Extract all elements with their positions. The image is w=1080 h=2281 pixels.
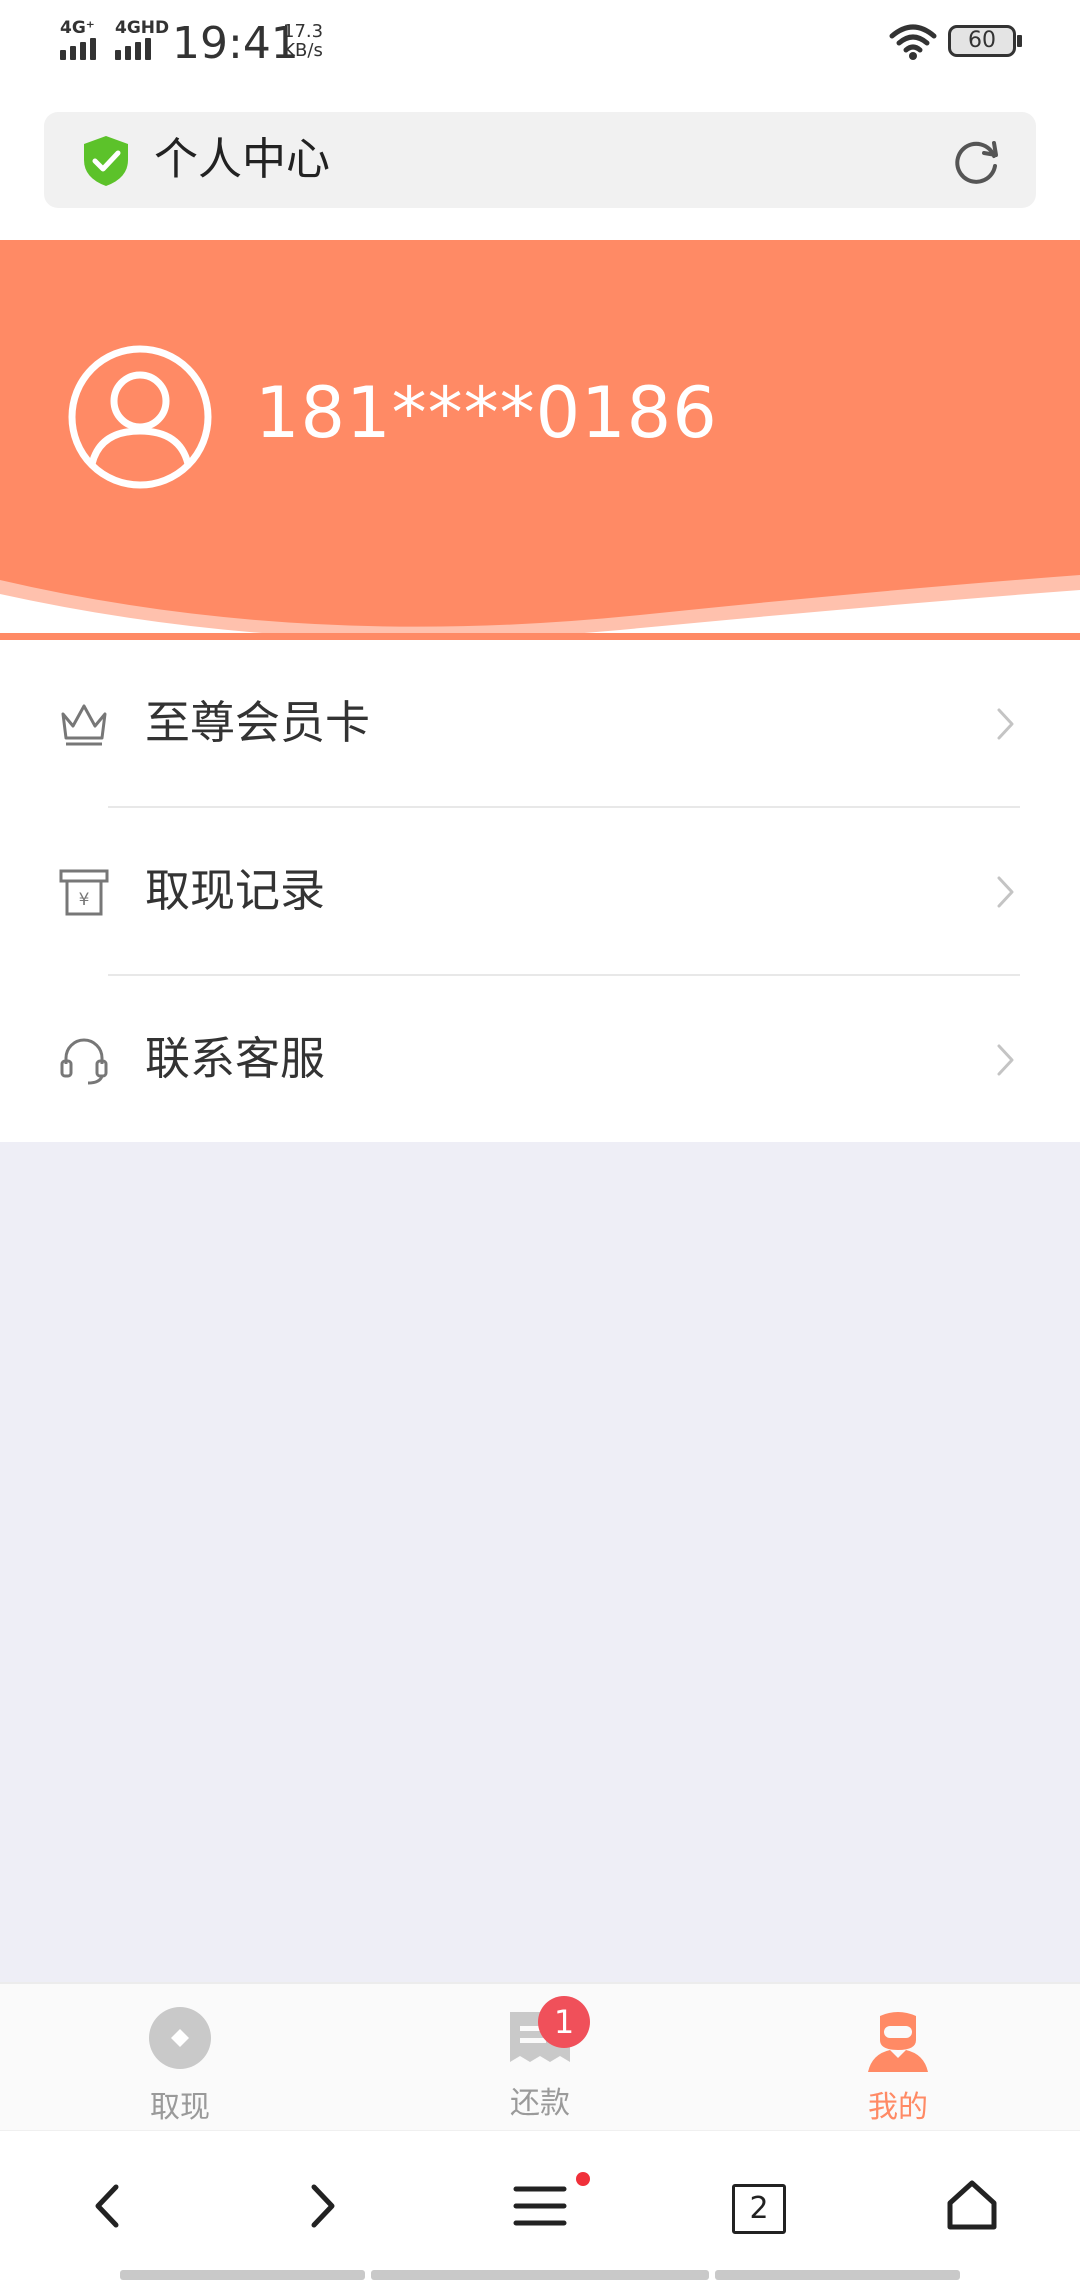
content-empty-area [0,1142,1080,1982]
shield-check-icon [84,136,128,186]
header-wave [0,575,1080,640]
chevron-right-icon [997,876,1014,908]
refresh-icon[interactable] [950,136,1002,188]
crown-icon [61,704,107,746]
signal-bars-icon [60,38,96,60]
cash-record-icon: ¥ [59,869,109,916]
tab-label: 取现 [150,2090,210,2125]
avatar[interactable] [66,343,214,491]
network-label-2: 4GHD [115,18,170,38]
notification-badge: 1 [538,1996,590,2048]
chevron-right-icon [997,708,1014,740]
tab-mine[interactable]: 我的 [798,1984,998,2132]
tab-repay[interactable]: 1 还款 [440,1984,640,2132]
menu-item-customer-service[interactable]: 联系客服 [0,976,1080,1142]
tab-label: 我的 [868,2090,928,2125]
battery-tip [1017,35,1022,47]
page-title: 个人中心 [154,134,330,185]
coin-icon [149,2007,211,2069]
svg-text:¥: ¥ [79,890,90,910]
menu-item-label: 至尊会员卡 [145,696,371,749]
signal-bars-icon [115,38,151,60]
battery-indicator: 60 [948,25,1016,57]
chevron-right-icon [997,1044,1014,1076]
network-label-1: 4G⁺ [60,18,95,38]
menu-item-cash-records[interactable]: ¥ 取现记录 [0,808,1080,974]
menu-item-vip-card[interactable]: 至尊会员卡 [0,640,1080,806]
home-icon[interactable] [944,2131,1000,2281]
forward-icon[interactable] [302,2131,342,2281]
wifi-icon [889,24,937,60]
network-speed-unit: KB/s [283,40,323,61]
menu-notification-dot [576,2172,590,2186]
clock: 19:41 [172,18,299,69]
network-speed-value: 17.3 [283,21,324,42]
user-phone: 181****0186 [255,372,718,454]
tabs-icon[interactable]: 2 [732,2184,786,2234]
user-icon [868,2012,928,2072]
status-bar: 4G⁺ 4GHD 19:41 17.3 KB/s 60 [0,0,1080,90]
gesture-bar-segment [371,2270,709,2280]
headset-icon [60,1038,108,1085]
profile-header: 181****0186 [0,240,1080,640]
browser-nav-bar: 2 [0,2130,1080,2281]
menu-item-label: 取现记录 [145,864,326,917]
address-bar[interactable]: 个人中心 [44,112,1036,208]
menu-icon[interactable] [512,2131,568,2281]
back-icon[interactable] [88,2131,128,2281]
gesture-bar-segment [715,2270,960,2280]
battery-level: 60 [968,28,996,53]
tab-withdraw[interactable]: 取现 [80,1984,280,2132]
gesture-bar-segment [120,2270,365,2280]
network-speed: 17.3 KB/s [283,22,323,60]
menu-list: 至尊会员卡 ¥ 取现记录 联系客服 [0,640,1080,1142]
menu-item-label: 联系客服 [145,1032,326,1085]
tab-label: 还款 [510,2086,570,2121]
bottom-tab-bar: 取现 1 还款 我的 [0,1982,1080,2132]
